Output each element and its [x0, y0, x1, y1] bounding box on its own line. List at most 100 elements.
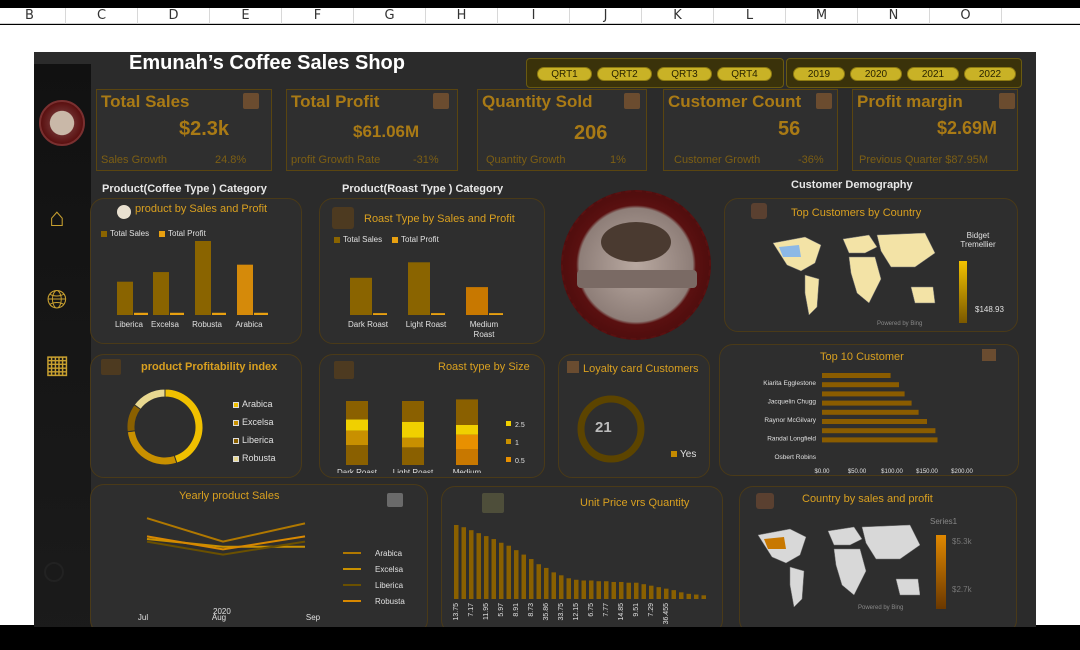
customer-bar	[822, 437, 938, 443]
top10-customer-card: Top 10 Customer Kiarita Egglestone Jacque…	[719, 344, 1019, 476]
legend-swatch	[506, 439, 511, 444]
price-label: 9.51	[633, 603, 640, 617]
price-bar	[506, 545, 511, 599]
column-header-i[interactable]: I	[498, 8, 570, 24]
map-region	[842, 234, 878, 254]
roast-icon	[332, 207, 354, 229]
donut-slice	[126, 430, 178, 466]
price-bar	[619, 581, 624, 599]
column-header-f[interactable]: F	[282, 8, 354, 24]
sidebar: ⌂ 🌐︎ ▦	[34, 64, 91, 640]
column-header-d[interactable]: D	[138, 8, 210, 24]
price-bar	[491, 539, 496, 599]
column-header-b[interactable]: B	[0, 8, 66, 24]
price-label: 35.86	[543, 603, 550, 621]
price-bar	[469, 530, 474, 599]
loyalty-legend: Yes	[671, 449, 696, 460]
roast-size-card: Roast type by Size Dark Roast Light Roast…	[319, 354, 545, 478]
bar-sales	[350, 277, 372, 315]
bar-sales	[408, 262, 430, 315]
quarter-button[interactable]: QRT4	[717, 67, 772, 81]
card-title: product by Sales and Profit	[135, 203, 268, 215]
card-title: Roast type by Size	[438, 361, 530, 373]
donut-slice	[126, 403, 142, 433]
profitability-index-card: product Profitability index Arabica Excel…	[90, 354, 302, 478]
quarter-button[interactable]: QRT2	[597, 67, 652, 81]
tick-label: Dark Roast	[348, 320, 389, 329]
stacked-segment	[456, 399, 478, 425]
column-header-n[interactable]: N	[858, 8, 930, 24]
column-header-k[interactable]: K	[642, 8, 714, 24]
bar-profit	[170, 312, 184, 315]
legend-label: Robusta	[375, 597, 405, 606]
price-bar	[671, 590, 676, 599]
map-icon	[751, 203, 767, 219]
legend-label: Liberica	[375, 581, 404, 590]
tick-label: Liberica	[115, 320, 144, 329]
stacked-segment	[402, 401, 424, 422]
column-header-l[interactable]: L	[714, 8, 786, 24]
bar-sales	[195, 241, 211, 315]
legend-item: Liberica	[233, 435, 276, 453]
map-region	[833, 548, 867, 596]
globe-icon[interactable]: 🌐︎	[42, 284, 72, 314]
tick-label: Arabica	[235, 320, 263, 329]
legend-label: 0.5	[515, 458, 525, 465]
column-header-m[interactable]: M	[786, 8, 858, 24]
margin-icon	[999, 93, 1015, 109]
map-region	[848, 256, 882, 304]
unit-price-icon	[482, 493, 504, 513]
price-label: 13.75	[453, 603, 460, 621]
year-button[interactable]: 2020	[850, 67, 902, 81]
kpi-sub-value: -36%	[798, 154, 824, 166]
kpi-sub-value: 1%	[610, 154, 626, 166]
map-region	[804, 274, 820, 316]
legend-swatch	[506, 421, 511, 426]
map-series-label: Series1	[930, 517, 958, 526]
month-label: Jul	[138, 613, 148, 622]
card-title: Country by sales and profit	[802, 493, 933, 505]
card-title: product Profitability index	[141, 361, 278, 373]
map-region	[861, 524, 920, 560]
price-label: 11.95	[483, 603, 490, 620]
customer-bar	[822, 419, 927, 424]
top10-icon	[982, 349, 996, 361]
customer-name: Randal Longfield	[767, 436, 816, 443]
legend-item: Excelsa	[233, 417, 276, 435]
profitability-donut-chart	[126, 388, 204, 466]
tick-label: Light Roast	[393, 468, 434, 473]
kpi-sub-label: Sales Growth	[101, 154, 168, 166]
stacked-segment	[346, 445, 368, 465]
price-label: 7.77	[603, 603, 610, 617]
column-header-o[interactable]: O	[930, 8, 1002, 24]
demography-section-label: Customer Demography	[791, 179, 913, 191]
donut-slice	[164, 388, 204, 464]
year-button[interactable]: 2019	[793, 67, 845, 81]
price-bar	[536, 564, 541, 599]
card-title: Yearly product Sales	[179, 490, 280, 502]
quarter-button[interactable]: QRT1	[537, 67, 592, 81]
kpi-sub-label: Quantity Growth	[486, 154, 566, 166]
customer-name: Raynor McGilvary	[764, 417, 816, 424]
year-button[interactable]: 2022	[964, 67, 1016, 81]
bottom-black-bar	[0, 627, 1080, 650]
quarter-button[interactable]: QRT3	[657, 67, 712, 81]
kpi-value: $2.3k	[179, 118, 230, 140]
axis-tick: $100.00	[881, 469, 903, 475]
price-bar	[559, 575, 564, 599]
column-header-c[interactable]: C	[66, 8, 138, 24]
home-icon[interactable]: ⌂	[42, 202, 72, 232]
table-icon[interactable]: ▦	[42, 349, 72, 379]
price-bar	[686, 593, 691, 599]
column-header-e[interactable]: E	[210, 8, 282, 24]
price-bar	[604, 581, 609, 599]
stacked-segment	[346, 419, 368, 431]
column-header-j[interactable]: J	[570, 8, 642, 24]
column-header-h[interactable]: H	[426, 8, 498, 24]
price-bar	[566, 578, 571, 599]
map-credit: Powered by Bing	[858, 605, 904, 611]
tick-label: Roast	[474, 330, 496, 339]
column-header-g[interactable]: G	[354, 8, 426, 24]
year-button[interactable]: 2021	[907, 67, 959, 81]
kpi-sub-label: profit Growth Rate	[291, 154, 381, 166]
